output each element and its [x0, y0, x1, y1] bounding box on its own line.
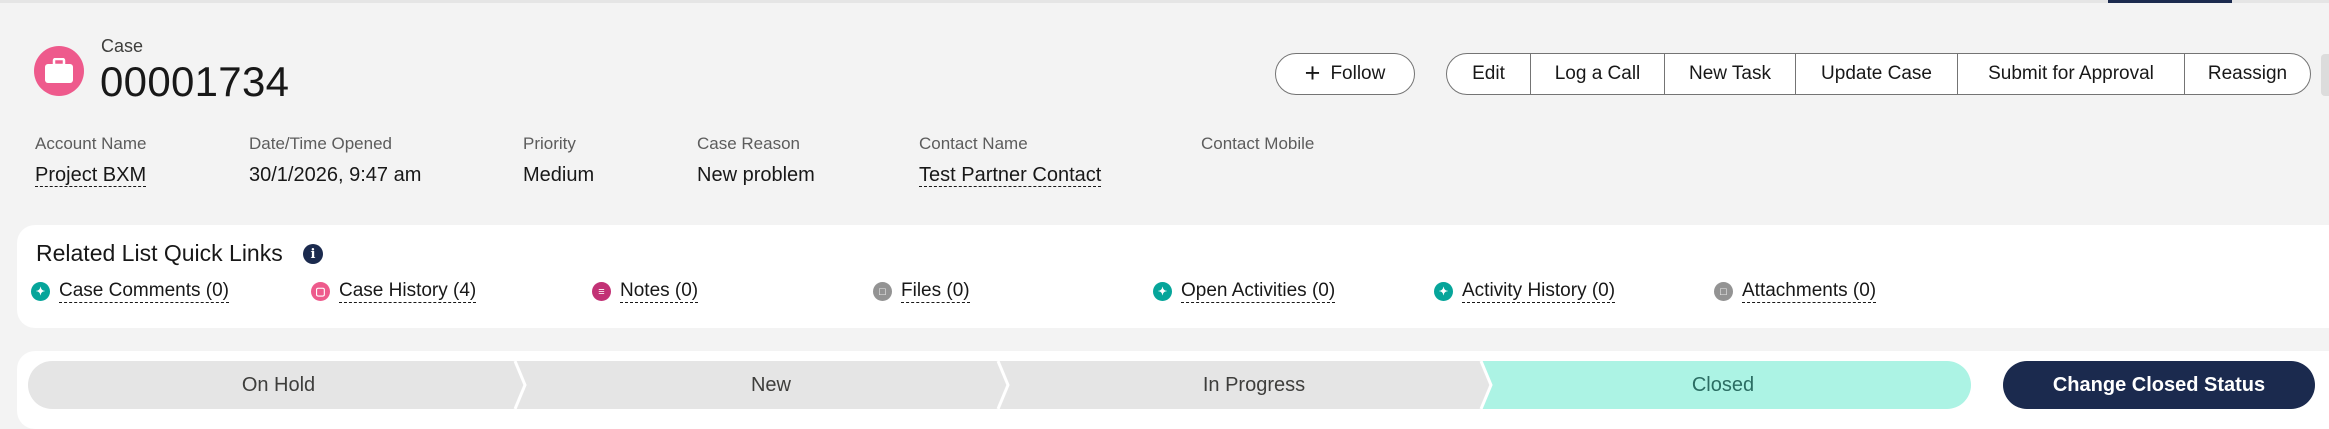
quick-link-case-comments[interactable]: ✦ Case Comments (0)	[31, 280, 229, 303]
field-label: Case Reason	[697, 134, 801, 153]
info-icon[interactable]: i	[303, 244, 323, 264]
path-stage-label: In Progress	[1202, 373, 1306, 396]
path-stage-label: New	[750, 373, 791, 396]
field-case-reason: Case Reason New problem	[697, 134, 815, 187]
path-stage-label-current: Closed	[1691, 373, 1755, 396]
attachment-icon: □	[1714, 282, 1733, 301]
quick-link-label: Activity History (0)	[1462, 280, 1616, 303]
quick-links-title: Related List Quick Links	[36, 240, 283, 266]
field-contact-mobile: Contact Mobile	[1201, 134, 1314, 164]
active-tab-indicator	[2108, 0, 2232, 3]
field-label: Date/Time Opened	[249, 134, 392, 153]
reassign-button[interactable]: Reassign	[2184, 54, 2310, 94]
scroll-edge	[2321, 54, 2329, 96]
wrench-icon: ✦	[1434, 282, 1453, 301]
action-button-group: Edit Log a Call New Task Update Case Sub…	[1446, 53, 2311, 95]
field-date-opened: Date/Time Opened 30/1/2026, 9:47 am	[249, 134, 421, 187]
file-icon: □	[873, 282, 892, 301]
quick-link-case-history[interactable]: ▢ Case History (4)	[311, 280, 477, 303]
path-stage-label: On Hold	[241, 373, 316, 396]
field-value: New problem	[697, 164, 815, 186]
object-label: Case	[101, 36, 144, 56]
field-priority: Priority Medium	[523, 134, 594, 187]
follow-button-label: Follow	[1330, 63, 1386, 84]
wrench-icon: ✦	[1153, 282, 1172, 301]
field-label: Priority	[523, 134, 576, 153]
quick-link-files[interactable]: □ Files (0)	[873, 280, 970, 303]
quick-link-notes[interactable]: ≡ Notes (0)	[592, 280, 699, 303]
quick-link-label: Attachments (0)	[1742, 280, 1877, 303]
plus-icon: +	[1304, 57, 1321, 88]
case-briefcase-icon	[34, 46, 84, 96]
wrench-icon: ✦	[31, 282, 50, 301]
field-label: Account Name	[35, 134, 147, 153]
quick-link-label: Case History (4)	[339, 280, 477, 303]
briefcase-icon: ▢	[311, 282, 330, 301]
field-label: Contact Mobile	[1201, 134, 1315, 153]
quick-link-label: Files (0)	[901, 280, 970, 303]
quick-link-open-activities[interactable]: ✦ Open Activities (0)	[1153, 280, 1336, 303]
quick-link-label: Open Activities (0)	[1181, 280, 1336, 303]
field-value: 30/1/2026, 9:47 am	[249, 164, 422, 186]
quick-links-card	[17, 225, 2329, 328]
update-case-button[interactable]: Update Case	[1795, 54, 1957, 94]
field-contact-name: Contact Name Test Partner Contact	[919, 134, 1102, 187]
notes-icon: ≡	[592, 282, 611, 301]
quick-link-attachments[interactable]: □ Attachments (0)	[1714, 280, 1877, 303]
log-a-call-button[interactable]: Log a Call	[1530, 54, 1664, 94]
field-label: Contact Name	[919, 134, 1028, 153]
quick-link-activity-history[interactable]: ✦ Activity History (0)	[1434, 280, 1616, 303]
page-title: 00001734	[100, 58, 290, 105]
new-task-button[interactable]: New Task	[1664, 54, 1795, 94]
quick-link-label: Notes (0)	[620, 280, 699, 303]
follow-button[interactable]: + Follow	[1275, 53, 1415, 95]
contact-name-link[interactable]: Test Partner Contact	[919, 164, 1102, 187]
edit-button[interactable]: Edit	[1447, 54, 1530, 94]
account-name-link[interactable]: Project BXM	[35, 164, 147, 187]
field-account-name: Account Name Project BXM	[35, 134, 147, 187]
top-divider	[0, 0, 2329, 3]
field-value: Medium	[523, 164, 595, 186]
submit-for-approval-button[interactable]: Submit for Approval	[1957, 54, 2184, 94]
quick-link-label: Case Comments (0)	[59, 280, 229, 303]
change-closed-status-button[interactable]: Change Closed Status	[2003, 361, 2315, 409]
